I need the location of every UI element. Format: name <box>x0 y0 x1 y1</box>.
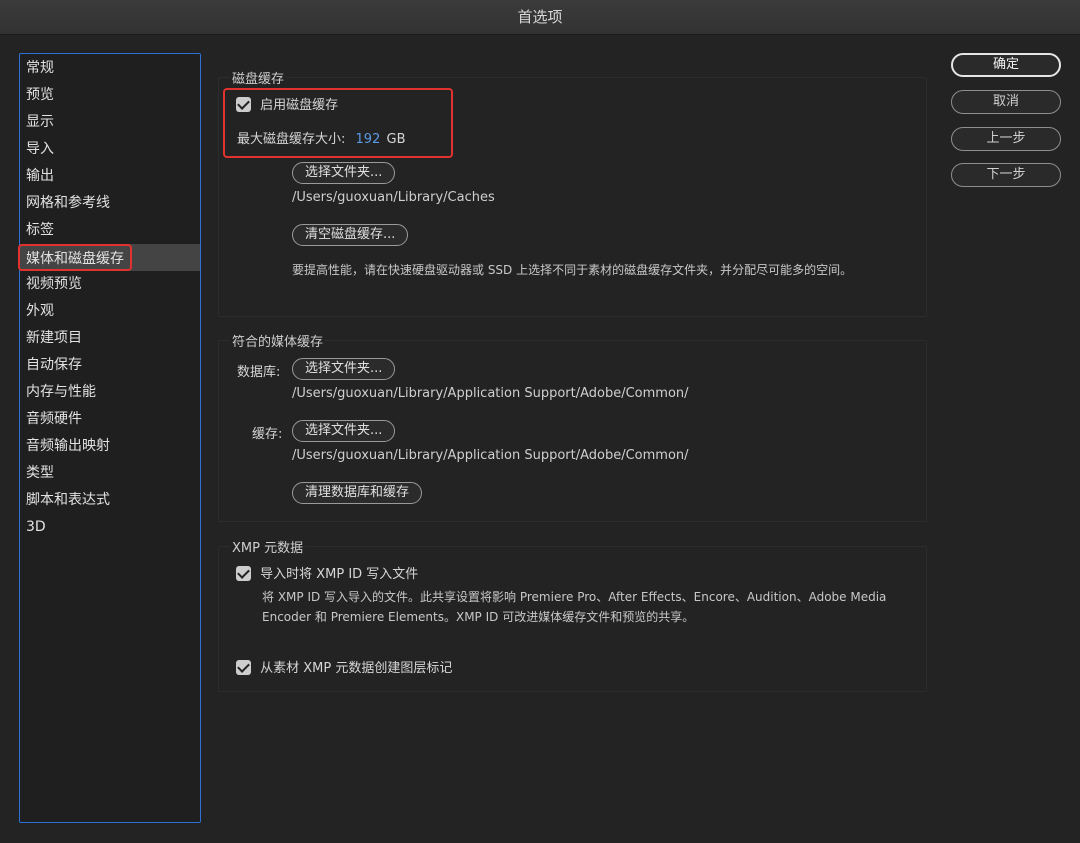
checkbox-checked-icon <box>236 566 251 581</box>
sidebar-item-label: 音频硬件 <box>26 411 82 427</box>
sidebar-item-label: 标签 <box>26 222 54 238</box>
sidebar-item-label: 网格和参考线 <box>26 195 110 211</box>
create-markers-checkbox[interactable]: 从素材 XMP 元数据创建图层标记 <box>236 657 452 676</box>
previous-button[interactable]: 上一步 <box>951 127 1061 151</box>
next-button[interactable]: 下一步 <box>951 163 1061 187</box>
max-disk-cache-value[interactable]: 192 <box>356 132 381 147</box>
sidebar-item-label: 输出 <box>26 168 54 184</box>
sidebar-item-3d[interactable]: 3D <box>20 514 200 541</box>
write-xmp-id-checkbox[interactable]: 导入时将 XMP ID 写入文件 <box>236 563 418 582</box>
clear-disk-cache-button[interactable]: 清空磁盘缓存... <box>292 224 409 246</box>
sidebar-item-output[interactable]: 输出 <box>20 163 200 190</box>
database-label: 数据库: <box>237 365 281 380</box>
create-markers-label: 从素材 XMP 元数据创建图层标记 <box>260 661 453 676</box>
clean-database-cache-button[interactable]: 清理数据库和缓存 <box>292 482 423 504</box>
sidebar-item-label: 常规 <box>26 60 54 76</box>
sidebar-item-import[interactable]: 导入 <box>20 136 200 163</box>
sidebar-item-label: 类型 <box>26 465 54 481</box>
sidebar-item-video-preview[interactable]: 视频预览 <box>20 271 200 298</box>
cancel-button[interactable]: 取消 <box>951 90 1061 114</box>
disk-cache-note: 要提高性能，请在快速硬盘驱动器或 SSD 上选择不同于素材的磁盘缓存文件夹，并分… <box>292 263 853 277</box>
database-choose-folder-button[interactable]: 选择文件夹... <box>292 358 396 380</box>
write-xmp-id-label: 导入时将 XMP ID 写入文件 <box>260 567 419 582</box>
ok-button[interactable]: 确定 <box>951 53 1061 77</box>
sidebar-item-labels[interactable]: 标签 <box>20 217 200 244</box>
sidebar-item-display[interactable]: 显示 <box>20 109 200 136</box>
sidebar-item-label: 导入 <box>26 141 54 157</box>
sidebar-item-audio-output-mapping[interactable]: 音频输出映射 <box>20 433 200 460</box>
preferences-sidebar[interactable]: 常规 预览 显示 导入 输出 网格和参考线 标签 媒体和磁盘缓存 视频预览 外观… <box>18 53 201 823</box>
sidebar-item-audio-hardware[interactable]: 音频硬件 <box>20 406 200 433</box>
sidebar-item-scripts-expressions[interactable]: 脚本和表达式 <box>20 487 200 514</box>
enable-disk-cache-label: 启用磁盘缓存 <box>260 98 339 113</box>
database-path: /Users/guoxuan/Library/Application Suppo… <box>292 386 689 401</box>
sidebar-item-new-project[interactable]: 新建项目 <box>20 325 200 352</box>
sidebar-item-preview[interactable]: 预览 <box>20 82 200 109</box>
cache-choose-folder-button[interactable]: 选择文件夹... <box>292 420 396 442</box>
max-disk-cache-label: 最大磁盘缓存大小: <box>237 132 346 147</box>
sidebar-item-general[interactable]: 常规 <box>20 55 200 82</box>
media-cache-title: 符合的媒体缓存 <box>230 331 326 350</box>
sidebar-item-label: 显示 <box>26 114 54 130</box>
sidebar-item-label: 内存与性能 <box>26 384 96 400</box>
sidebar-item-label: 视频预览 <box>26 276 82 292</box>
sidebar-item-type[interactable]: 类型 <box>20 460 200 487</box>
sidebar-item-label: 脚本和表达式 <box>26 492 110 508</box>
sidebar-item-label: 3D <box>26 519 46 535</box>
sidebar-item-grids-guides[interactable]: 网格和参考线 <box>20 190 200 217</box>
checkbox-checked-icon <box>236 660 251 675</box>
sidebar-item-label: 音频输出映射 <box>26 438 110 454</box>
disk-cache-title: 磁盘缓存 <box>230 68 287 87</box>
xmp-title: XMP 元数据 <box>230 537 306 556</box>
sidebar-item-label: 媒体和磁盘缓存 <box>18 244 132 271</box>
sidebar-item-media-disk-cache[interactable]: 媒体和磁盘缓存 <box>18 244 200 271</box>
sidebar-item-label: 自动保存 <box>26 357 82 373</box>
write-xmp-id-note: 将 XMP ID 写入导入的文件。此共享设置将影响 Premiere Pro、A… <box>262 590 887 624</box>
cache-path: /Users/guoxuan/Library/Application Suppo… <box>292 448 689 463</box>
sidebar-item-auto-save[interactable]: 自动保存 <box>20 352 200 379</box>
max-disk-cache-unit: GB <box>386 132 406 147</box>
enable-disk-cache-checkbox[interactable]: 启用磁盘缓存 <box>236 94 338 113</box>
sidebar-item-memory-performance[interactable]: 内存与性能 <box>20 379 200 406</box>
disk-cache-path: /Users/guoxuan/Library/Caches <box>292 190 495 205</box>
cache-label: 缓存: <box>252 427 283 442</box>
max-disk-cache-row: 最大磁盘缓存大小: 192 GB <box>237 128 406 147</box>
checkbox-checked-icon <box>236 97 251 112</box>
disk-cache-choose-folder-button[interactable]: 选择文件夹... <box>292 162 396 184</box>
sidebar-item-label: 新建项目 <box>26 330 82 346</box>
sidebar-item-label: 预览 <box>26 87 54 103</box>
sidebar-item-appearance[interactable]: 外观 <box>20 298 200 325</box>
window-title: 首选项 <box>0 0 1080 35</box>
sidebar-item-label: 外观 <box>26 303 54 319</box>
